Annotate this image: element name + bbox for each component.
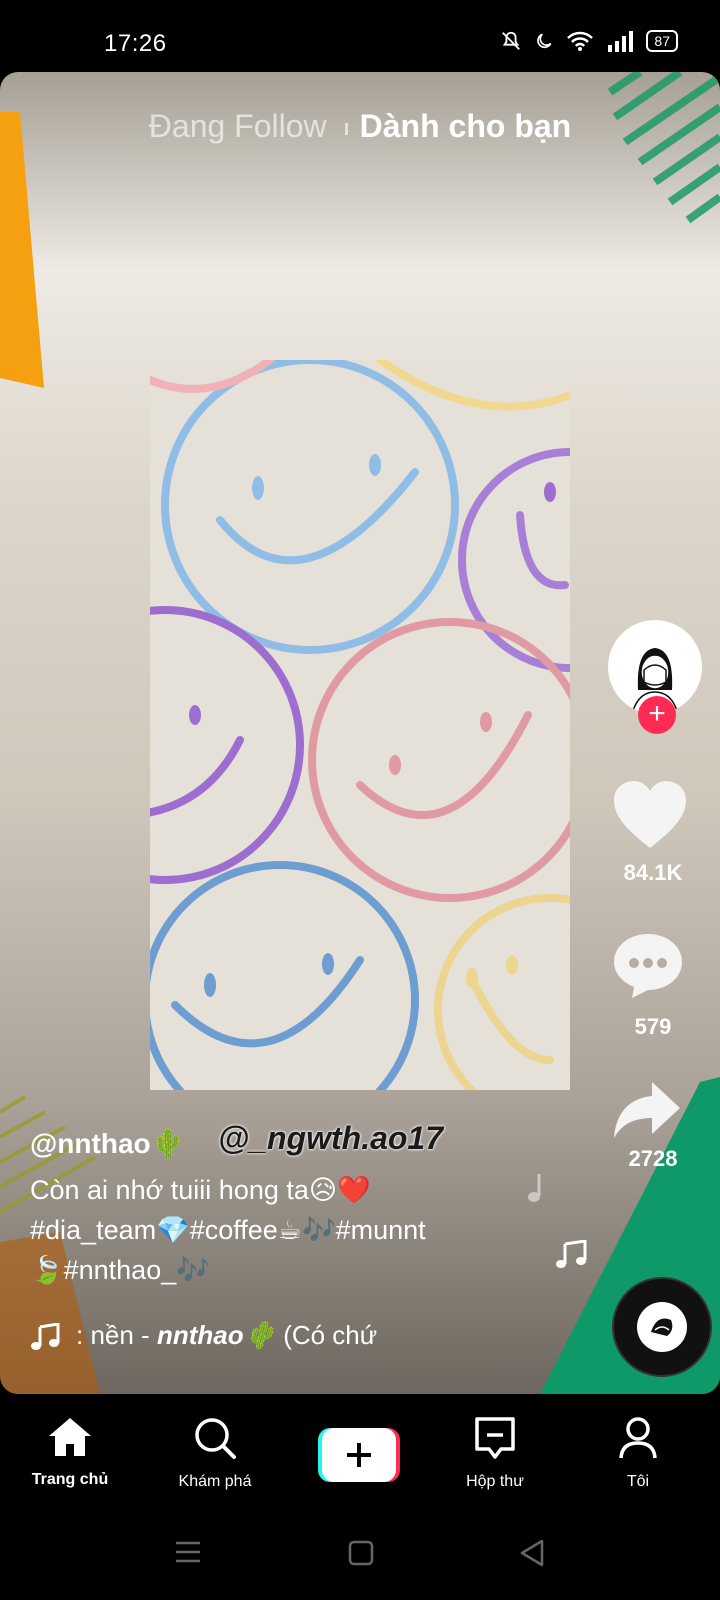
nav-inbox-label: Hộp thư [466, 1473, 524, 1490]
floating-music-note-icon [528, 1174, 541, 1202]
music-author: nnthao🌵 [156, 1320, 276, 1350]
tab-for-you[interactable]: Dành cho bạn [360, 108, 572, 144]
nav-home-label: Trang chủ [31, 1471, 109, 1488]
video-player[interactable]: Đang Follow Dành cho bạn + 84.1K 579 272… [0, 72, 720, 1394]
signal-icon [608, 31, 634, 52]
status-icons: 87 [500, 30, 678, 52]
post-description: Còn ai nhớ tuiii hong ta😥❤️ #dia_team💎#c… [30, 1170, 550, 1290]
creator-username[interactable]: @nnthao🌵 [30, 1127, 550, 1160]
nav-discover[interactable]: Khám phá [145, 1416, 285, 1491]
feed-tabs: Đang Follow Dành cho bạn [0, 108, 720, 145]
system-navigation-bar [0, 1504, 720, 1600]
music-note-icon [31, 1322, 60, 1351]
disc-cover-image [651, 1318, 673, 1336]
description-line-1: Còn ai nhớ tuiii hong ta😥❤️ [30, 1175, 371, 1205]
wifi-icon [567, 31, 594, 51]
description-line-2[interactable]: #dia_team💎#coffee☕🎶#munnt [30, 1210, 550, 1250]
floating-music-note-icon [556, 1240, 587, 1268]
post-caption: @nnthao🌵 Còn ai nhớ tuiii hong ta😥❤️ #di… [30, 1127, 550, 1290]
disc-cover [637, 1302, 687, 1352]
nav-profile[interactable]: Tôi [568, 1416, 708, 1491]
comment-count: 579 [634, 1014, 672, 1039]
create-button[interactable] [318, 1428, 400, 1482]
status-bar: 17:26 87 [0, 0, 720, 72]
music-prefix: : nền - [76, 1320, 157, 1350]
share-count: 2728 [628, 1146, 678, 1171]
music-disc[interactable] [612, 1277, 712, 1377]
status-time: 17:26 [104, 30, 167, 57]
tab-following[interactable]: Đang Follow [149, 108, 327, 144]
nav-inbox[interactable]: Hộp thư [425, 1416, 565, 1491]
tab-divider [344, 122, 348, 135]
mute-icon [502, 31, 521, 50]
share-icon[interactable] [612, 1080, 682, 1140]
music-title: (Có chứ [275, 1320, 378, 1350]
follow-button[interactable]: + [638, 696, 676, 734]
smiley-pattern [150, 360, 570, 1090]
comment-icon[interactable] [612, 932, 684, 1000]
nav-profile-label: Tôi [626, 1473, 650, 1490]
nav-discover-label: Khám phá [178, 1473, 252, 1490]
nav-home[interactable]: Trang chủ [0, 1416, 140, 1489]
battery-indicator: 87 [646, 30, 678, 52]
music-info[interactable]: : nền - nnthao🌵 (Có chứ [30, 1320, 377, 1351]
description-line-3[interactable]: 🍃#nnthao_🎶 [30, 1250, 550, 1290]
menu-icon[interactable] [174, 1540, 202, 1564]
profile-icon [619, 1417, 657, 1459]
back-icon[interactable] [518, 1538, 546, 1568]
heart-icon[interactable] [612, 780, 688, 850]
video-content-image [150, 360, 570, 1090]
moon-icon [537, 33, 552, 49]
home-square-icon[interactable] [348, 1540, 374, 1566]
search-icon [195, 1418, 236, 1459]
bottom-navigation: Trang chủ Khám phá Hộp thư Tôi [0, 1394, 720, 1504]
inbox-icon [475, 1417, 515, 1459]
like-count: 84.1K [623, 860, 683, 885]
home-icon [49, 1418, 91, 1456]
